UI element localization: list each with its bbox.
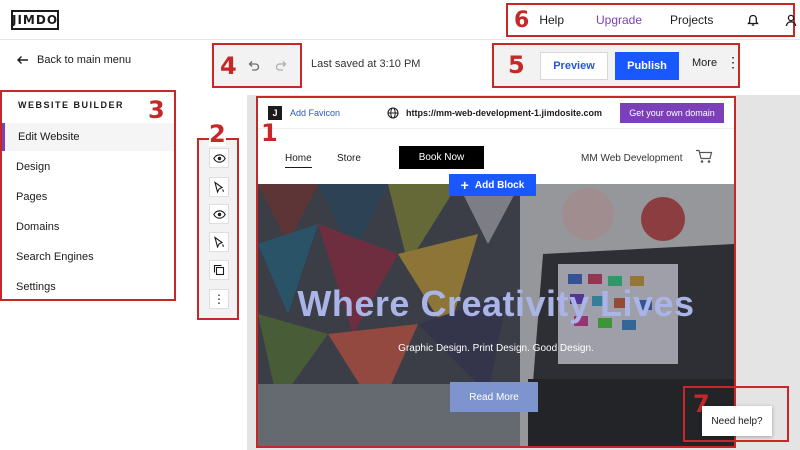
menu-item-pages[interactable]: Pages [2,183,174,211]
site-nav-home[interactable]: Home [285,153,312,168]
annotation-4: 4 [220,51,237,80]
menu-item-domains[interactable]: Domains [2,213,174,241]
annotation-6: 6 [514,7,530,33]
upgrade-link[interactable]: Upgrade [596,13,642,27]
help-link[interactable]: Help [539,13,564,27]
block-toolbar: 2 ⋮ [197,122,239,320]
site-url[interactable]: https://mm-web-development-1.jimdosite.c… [406,108,602,118]
menu-title: WEBSITE BUILDER [18,100,125,110]
site-header-bar: J Add Favicon https://mm-web-development… [258,98,734,129]
eye-icon[interactable] [209,148,229,168]
eye-icon[interactable] [209,204,229,224]
read-more-button[interactable]: Read More [450,382,538,412]
add-block-label: Add Block [474,179,525,191]
paint-icon[interactable] [209,177,229,197]
menu-item-design[interactable]: Design [2,153,174,181]
paint-icon[interactable] [209,232,229,252]
back-label: Back to main menu [37,54,132,66]
copy-icon[interactable] [209,260,229,280]
need-help-button[interactable]: Need help? [702,406,772,436]
top-nav: 6 Help Upgrade Projects [506,3,797,37]
more-vertical-icon[interactable]: ⋮ [726,55,740,69]
more-button[interactable]: More [692,57,717,69]
hero-section[interactable]: Where Creativity Lives Graphic Design. P… [258,184,734,446]
redo-icon[interactable] [271,55,293,77]
publish-button[interactable]: Publish [615,52,679,80]
website-builder-menu: WEBSITE BUILDER 3 Edit Website Design Pa… [0,90,176,301]
annotation-1: 1 [261,119,278,147]
arrow-left-icon [17,56,28,64]
jimdo-editor: JIMDO 6 Help Upgrade Projects Back to ma… [0,0,800,450]
publish-group: 5 Preview Publish More ⋮ [492,43,740,88]
add-favicon-link[interactable]: Add Favicon [290,108,340,118]
undo-redo-group: 4 [212,43,302,88]
last-saved-text: Last saved at 3:10 PM [311,58,421,70]
undo-icon[interactable] [243,55,265,77]
cart-icon[interactable] [695,149,713,169]
site-nav-store[interactable]: Store [337,153,361,164]
book-now-button[interactable]: Book Now [399,146,484,169]
annotation-3: 3 [148,96,165,124]
top-bar: JIMDO 6 Help Upgrade Projects [0,0,800,40]
bell-icon[interactable] [747,14,760,27]
more-vertical-icon[interactable]: ⋮ [209,289,229,309]
hero-subheadline[interactable]: Graphic Design. Print Design. Good Desig… [258,343,734,354]
preview-button[interactable]: Preview [540,52,608,80]
annotation-2: 2 [209,120,226,148]
get-domain-button[interactable]: Get your own domain [620,103,724,123]
projects-link[interactable]: Projects [670,13,713,27]
back-to-main-menu[interactable]: Back to main menu [16,54,131,66]
website-preview: J Add Favicon https://mm-web-development… [256,96,736,448]
menu-item-settings[interactable]: Settings [2,273,174,301]
help-widget: 7 Need help? [683,386,789,442]
hero-headline[interactable]: Where Creativity Lives [258,283,734,325]
site-logo[interactable]: J [268,106,282,120]
jimdo-logo[interactable]: JIMDO [11,10,59,30]
plus-icon: + [460,177,469,193]
annotation-5: 5 [508,51,525,79]
menu-item-edit-website[interactable]: Edit Website [2,123,174,151]
globe-icon [387,106,399,124]
site-brand-name[interactable]: MM Web Development [581,153,683,164]
user-icon[interactable] [785,14,797,27]
menu-item-search-engines[interactable]: Search Engines [2,243,174,271]
add-block-button[interactable]: + Add Block [449,174,536,196]
